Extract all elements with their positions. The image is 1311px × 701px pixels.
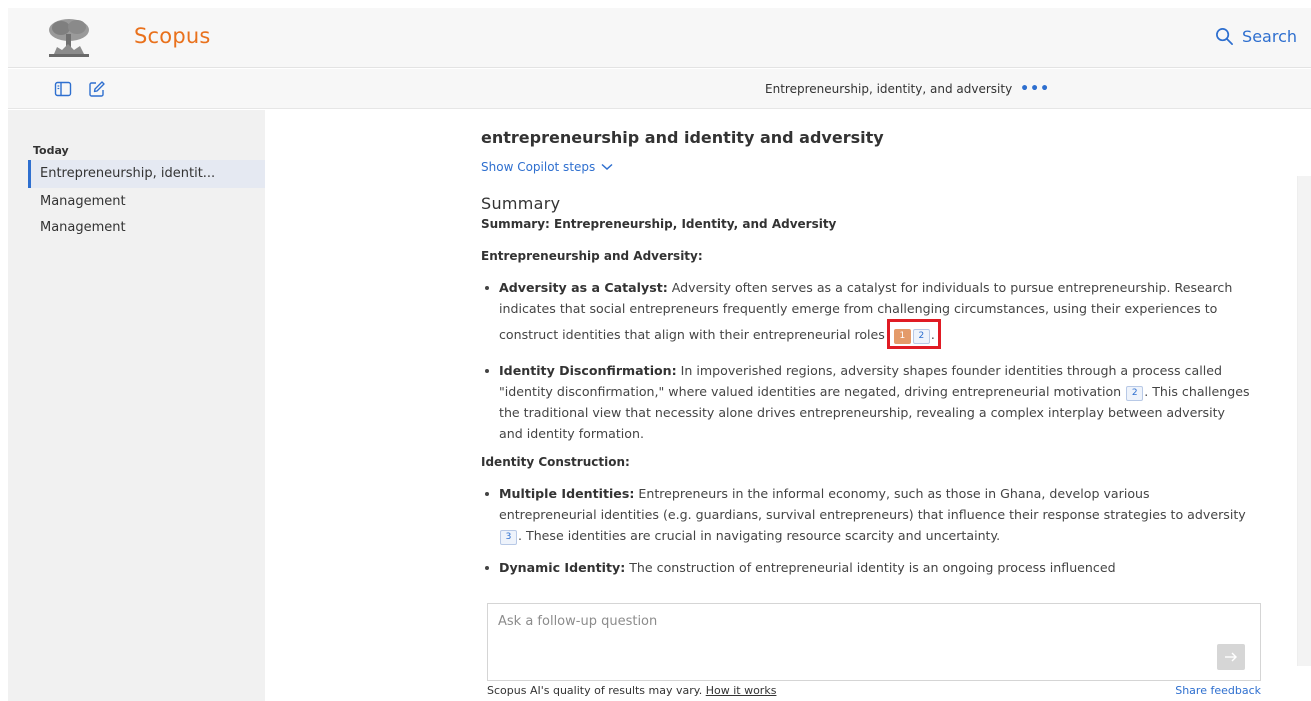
conversation-title-bar: Entrepreneurship, identity, and adversit… — [765, 81, 1050, 97]
section-heading-identity: Identity Construction: — [481, 455, 630, 469]
search-button[interactable]: Search — [1215, 27, 1297, 46]
disclaimer-text: Scopus AI's quality of results may vary. — [487, 684, 703, 697]
followup-input[interactable] — [498, 614, 1198, 629]
citation-2[interactable]: 2 — [912, 329, 930, 344]
main-panel: entrepreneurship and identity and advers… — [265, 110, 1311, 701]
bullet-title: Dynamic Identity: — [499, 560, 626, 575]
show-steps-label: Show Copilot steps — [481, 160, 596, 174]
bullet-text: The construction of entrepreneurial iden… — [625, 560, 1116, 575]
history-sidebar: Today Entrepreneurship, identit... Manag… — [8, 110, 265, 701]
share-feedback-link[interactable]: Share feedback — [1175, 684, 1261, 697]
conversation-title: Entrepreneurship, identity, and adversit… — [765, 82, 1013, 96]
top-header: Scopus Search — [8, 8, 1311, 68]
send-button[interactable] — [1217, 644, 1245, 670]
followup-box — [487, 603, 1261, 681]
citation-1[interactable]: 1 — [893, 329, 911, 344]
summary-subheading: Summary: Entrepreneurship, Identity, and… — [481, 217, 837, 231]
elsevier-tree-logo — [44, 16, 94, 60]
bullet-title: Multiple Identities: — [499, 486, 635, 501]
list-item: Adversity as a Catalyst: Adversity often… — [481, 277, 1251, 349]
citation-3[interactable]: 3 — [500, 530, 517, 545]
citation-2[interactable]: 2 — [1126, 386, 1144, 401]
list-item: Multiple Identities: Entrepreneurs in th… — [481, 483, 1251, 546]
list-item: Dynamic Identity: The construction of en… — [481, 557, 1251, 578]
list-item: Identity Disconfirmation: In impoverishe… — [481, 360, 1251, 444]
conversation-toolbar: Entrepreneurship, identity, and adversit… — [8, 69, 1311, 109]
toggle-sidebar-button[interactable] — [54, 80, 74, 98]
edit-pencil-icon — [89, 81, 105, 97]
history-item-management-1[interactable]: Management — [28, 188, 265, 216]
answer-content: entrepreneurship and identity and advers… — [481, 128, 1251, 589]
arrow-right-icon — [1225, 652, 1237, 662]
section-heading-adversity: Entrepreneurship and Adversity: — [481, 249, 703, 263]
summary-heading: Summary — [481, 194, 561, 213]
chevron-down-icon — [601, 163, 613, 171]
bullet-after: . — [930, 327, 935, 342]
history-heading: Today — [33, 144, 69, 157]
identity-bullets: Multiple Identities: Entrepreneurs in th… — [481, 483, 1251, 578]
adversity-bullets: Adversity as a Catalyst: Adversity often… — [481, 277, 1251, 444]
show-copilot-steps-toggle[interactable]: Show Copilot steps — [481, 160, 1251, 174]
more-options-button[interactable]: ••• — [1020, 81, 1050, 97]
quality-disclaimer: Scopus AI's quality of results may vary.… — [487, 684, 776, 697]
highlighted-citations: 12. — [886, 319, 941, 349]
sidebar-panel-icon — [54, 81, 72, 97]
bullet-after: . These identities are crucial in naviga… — [518, 528, 1001, 543]
history-item-management-2[interactable]: Management — [28, 214, 265, 242]
brand-name[interactable]: Scopus — [134, 24, 211, 48]
content-scrollbar[interactable] — [1297, 176, 1311, 666]
bullet-title: Identity Disconfirmation: — [499, 363, 677, 378]
bullet-title: Adversity as a Catalyst: — [499, 280, 668, 295]
history-item-entrepreneurship[interactable]: Entrepreneurship, identit... — [28, 160, 265, 188]
how-it-works-link[interactable]: How it works — [706, 684, 777, 697]
search-icon — [1216, 28, 1233, 45]
scopus-app: Scopus Search Entrepreneurship, identity… — [8, 0, 1311, 701]
new-chat-button[interactable] — [88, 80, 108, 98]
query-title: entrepreneurship and identity and advers… — [481, 128, 884, 147]
search-label: Search — [1242, 27, 1297, 46]
